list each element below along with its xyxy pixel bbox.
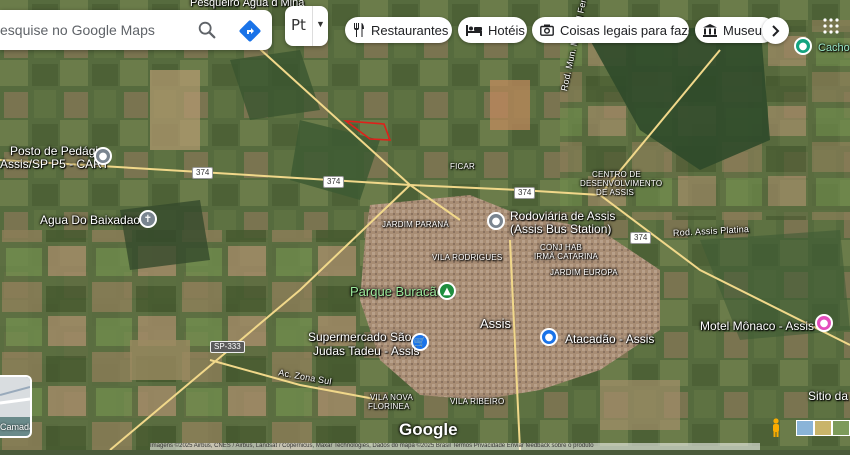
view-thumbnail-map[interactable] (796, 420, 814, 436)
toll-pin-icon[interactable]: ● (94, 147, 112, 165)
road-shield-374-d: 374 (630, 232, 652, 244)
area-label-conj-hab-1: CONJ HAB (540, 243, 583, 252)
shopping-bag-pin-icon[interactable]: ● (540, 328, 558, 346)
chip-label: Coisas legais para fazer (560, 22, 689, 38)
place-label-posto-2[interactable]: Assis/SP P5 - CART (0, 158, 109, 171)
city-label-assis[interactable]: Assis (480, 317, 511, 330)
place-label-motel[interactable]: Motel Mônaco - Assis (700, 320, 814, 333)
park-pin-icon[interactable]: ▲ (438, 282, 456, 300)
view-thumbnail-terrain[interactable] (814, 420, 832, 436)
place-label-supermercado-2[interactable]: Judas Tadeu - Assis (313, 345, 420, 358)
museum-icon (703, 23, 717, 37)
area-label-distrito-2: DESENVOLVIMENTO (580, 179, 663, 188)
layers-label: Camadas (0, 422, 30, 432)
search-input[interactable] (0, 22, 190, 38)
google-logo: Google (399, 420, 458, 439)
area-label-ficar: FICAR (450, 162, 475, 171)
area-label-vila-nova-2: FLORINEA (368, 402, 410, 411)
caret-down-icon[interactable]: ▼ (316, 19, 325, 29)
map-attribution[interactable]: Imagens ©2025 Airbus, CNES / Airbus, Lan… (150, 443, 760, 450)
road-shield-374-a: 374 (192, 167, 214, 179)
chevron-right-icon (771, 24, 779, 37)
road-shield-374-b: 374 (323, 176, 345, 188)
area-label-conj-hab-2: IRMÃ CATARINA (534, 252, 599, 261)
directions-icon[interactable] (238, 19, 262, 43)
restaurant-icon (354, 23, 364, 37)
chip-scroll-next-button[interactable] (762, 17, 789, 44)
chip-label: Hotéis (488, 22, 525, 38)
pegman-icon[interactable] (770, 418, 782, 438)
area-label-vila-ribeiro: VILA RIBEIRO (450, 397, 505, 406)
shopping-cart-pin-icon[interactable]: 🛒 (411, 333, 429, 351)
place-label-supermercado-1[interactable]: Supermercado São (308, 331, 411, 344)
chip-restaurants[interactable]: Restaurantes (345, 17, 452, 43)
cross-pin-icon[interactable]: ✝ (139, 210, 157, 228)
language-selector[interactable]: Pt ▼ (285, 6, 328, 46)
place-label-agua-baixadao[interactable]: Agua Do Baixadao (40, 214, 140, 227)
view-thumbnails[interactable] (796, 420, 850, 436)
chip-things-to-do[interactable]: Coisas legais para fazer (532, 17, 689, 43)
chip-label: Restaurantes (371, 22, 449, 38)
place-label-parque[interactable]: Parque Buracão (350, 285, 444, 298)
search-icon[interactable] (196, 19, 218, 41)
hotel-icon (466, 25, 482, 36)
area-label-vila-nova-1: VILA NOVA (370, 393, 414, 402)
language-label: Pt (291, 16, 306, 34)
place-label-atacadao[interactable]: Atacadão - Assis (565, 333, 654, 346)
road-shield-sp333: SP-333 (210, 341, 245, 353)
area-label-jardim-europa: JARDIM EUROPA (550, 268, 618, 277)
motel-pin-icon[interactable]: ● (815, 314, 833, 332)
language-divider (312, 6, 313, 46)
apps-grid-icon[interactable] (823, 18, 839, 34)
place-label-rodoviaria-2[interactable]: (Assis Bus Station) (510, 223, 611, 236)
area-label-jardim-parana: JARDIM PARANÁ (382, 220, 449, 229)
road-shield-374-c: 374 (514, 187, 536, 199)
place-pin-icon[interactable]: ● (794, 37, 812, 55)
area-label-distrito-1: CENTRO DE (592, 170, 641, 179)
area-label-distrito-3: DE ASSIS (596, 188, 635, 197)
chip-hotels[interactable]: Hotéis (458, 17, 527, 43)
place-label-sitio[interactable]: Sitio da (808, 390, 848, 403)
camera-icon (540, 24, 554, 36)
bus-station-pin-icon[interactable]: ● (487, 212, 505, 230)
area-label-vila-rodrigues: VILA RODRIGUES (432, 253, 503, 262)
view-thumbnail-satellite[interactable] (832, 420, 850, 436)
layers-button[interactable]: Camadas (0, 375, 32, 438)
layers-thumbnail-icon (0, 377, 30, 417)
place-label-cachoeira[interactable]: Cacho (818, 42, 850, 55)
search-box[interactable] (0, 10, 272, 50)
